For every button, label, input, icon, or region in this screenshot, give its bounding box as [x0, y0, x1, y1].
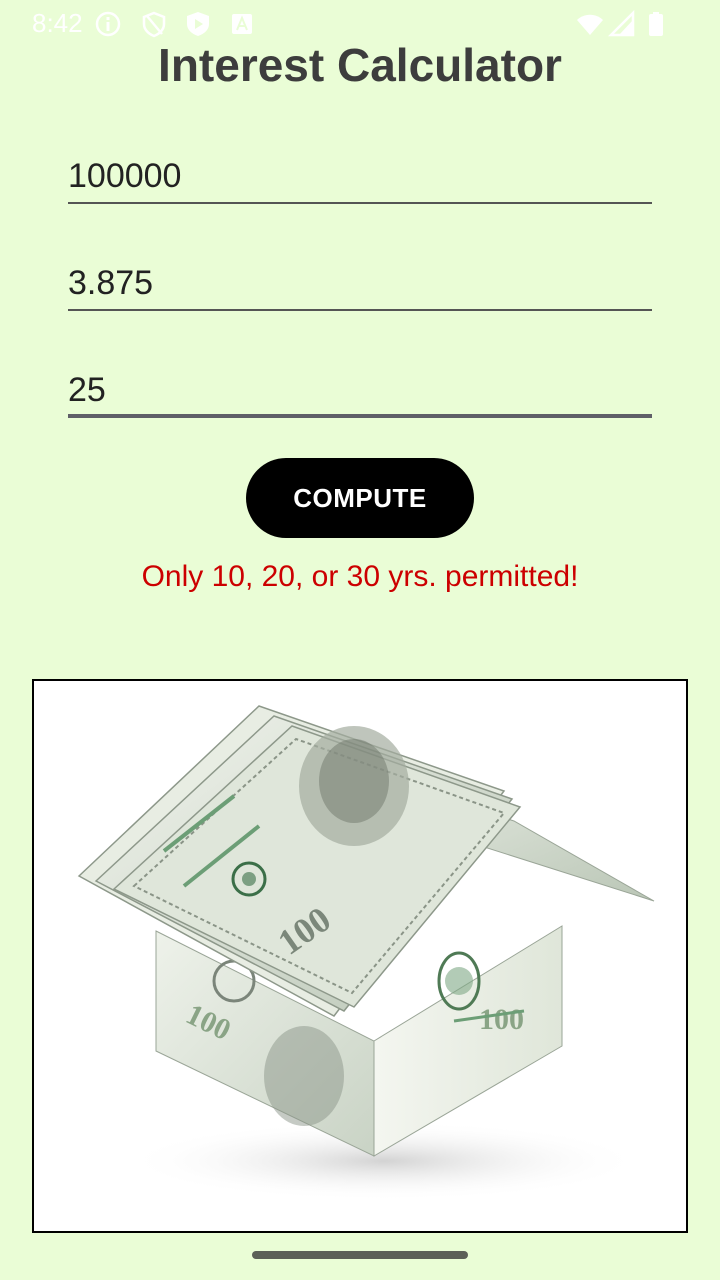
signal-icon	[608, 10, 635, 37]
principal-underline	[68, 202, 652, 204]
rate-underline	[68, 309, 652, 311]
font-icon	[232, 14, 252, 34]
svg-text:100: 100	[479, 1003, 524, 1036]
principal-input[interactable]	[68, 152, 652, 200]
principal-field[interactable]	[68, 152, 652, 204]
battery-icon	[649, 12, 663, 36]
play-protect-icon	[187, 12, 209, 36]
status-time: 8:42	[32, 8, 83, 38]
compute-button[interactable]: COMPUTE	[246, 458, 474, 538]
wifi-icon	[577, 14, 603, 35]
info-icon	[95, 11, 121, 37]
money-house-image: 100 100 100	[32, 679, 688, 1233]
years-input[interactable]	[68, 366, 652, 414]
gesture-nav-handle[interactable]	[252, 1251, 468, 1259]
shield-icon	[142, 11, 166, 38]
rate-input[interactable]	[68, 259, 652, 307]
years-field[interactable]	[68, 366, 652, 418]
money-house-illustration: 100 100 100	[77, 705, 655, 1201]
rate-field[interactable]	[68, 259, 652, 311]
years-underline	[68, 414, 652, 418]
error-message: Only 10, 20, or 30 yrs. permitted!	[141, 560, 579, 593]
page-title: Interest Calculator	[158, 39, 562, 91]
